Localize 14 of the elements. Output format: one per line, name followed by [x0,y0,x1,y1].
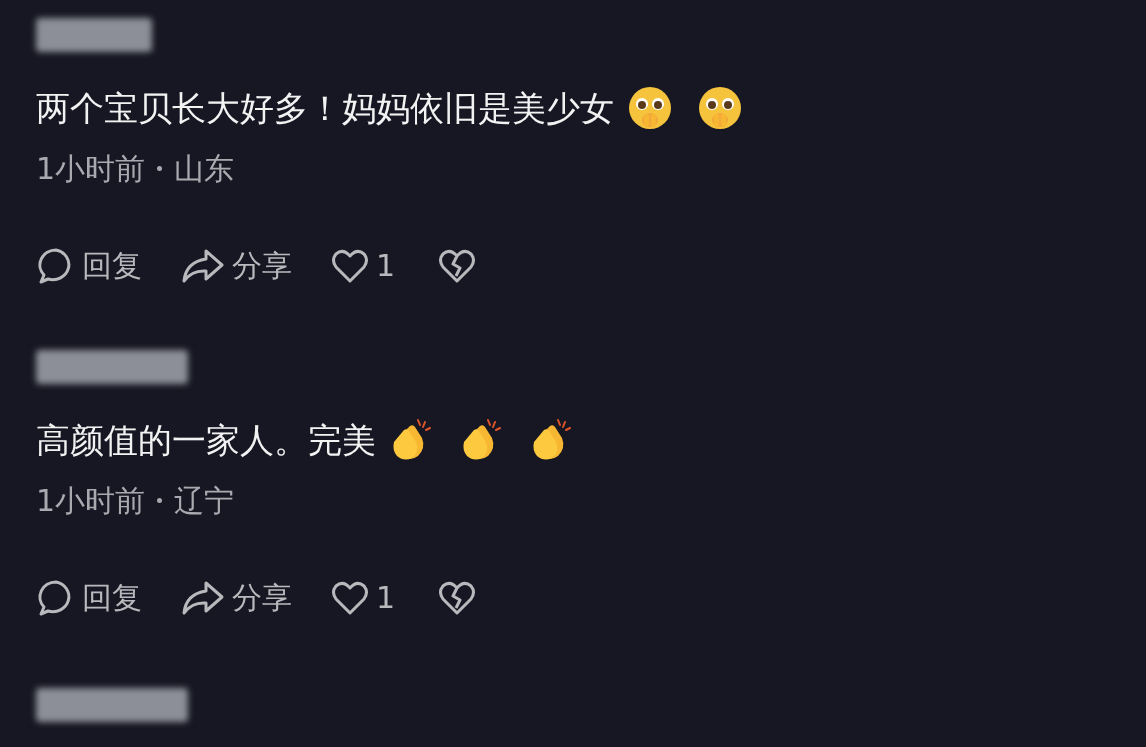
comment-time: 1小时前 [36,150,146,188]
pleading-face-icon [626,84,674,132]
reply-button[interactable]: 回复 [36,575,142,620]
pleading-face-icon [696,84,744,132]
like-button[interactable]: 1 [330,243,396,288]
reply-button[interactable]: 回复 [36,243,142,288]
share-button[interactable]: 分享 [180,243,292,288]
like-button[interactable]: 1 [330,575,396,620]
comment-location: 辽宁 [174,482,235,520]
comment-location: 山东 [174,150,235,188]
comment-time: 1小时前 [36,482,146,520]
share-button[interactable]: 分享 [180,575,292,620]
comment-text: 两个宝贝长大好多！妈妈依旧是美少女 [36,86,614,130]
comment-text: 高颜值的一家人。完美 [36,418,376,462]
